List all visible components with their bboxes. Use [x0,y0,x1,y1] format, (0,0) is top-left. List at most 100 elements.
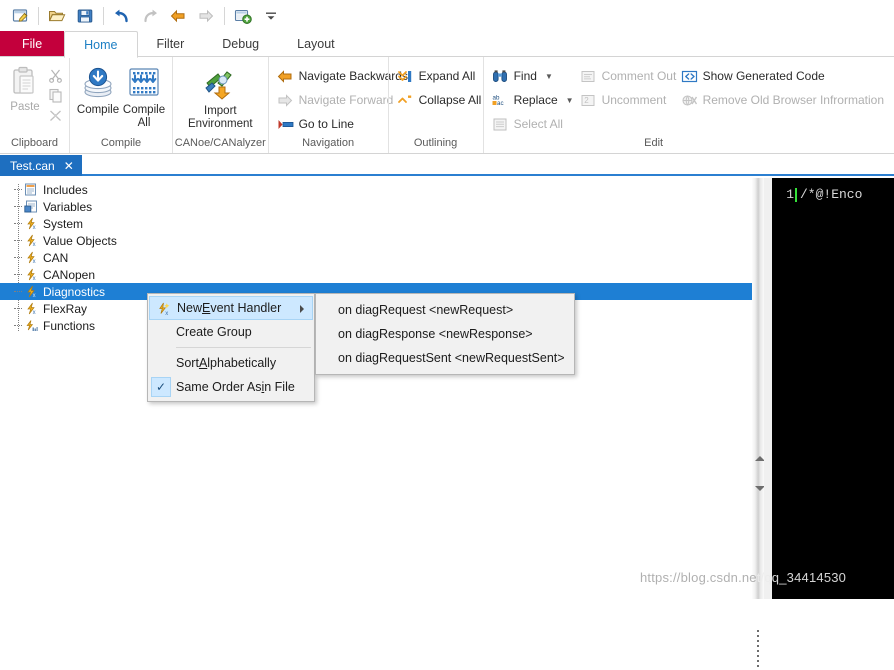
tree-branch-line [14,206,22,207]
ribbon-tab-layout[interactable]: Layout [278,31,354,57]
workspace: Includes Variables x System x Value Obje… [0,178,894,667]
ribbon-tab-debug[interactable]: Debug [203,31,278,57]
compile-all-button[interactable]: Compile All [121,62,167,130]
goto-line-icon [277,116,294,133]
code-editor-surface[interactable]: 1 /*@!Enco [772,178,894,599]
submenu-item-on-diag-request[interactable]: on diagRequest <newRequest> [316,298,574,322]
new-file-icon[interactable] [6,3,34,29]
tree-branch-line [14,291,22,292]
group-label-compile: Compile [100,137,142,149]
tree-item-includes[interactable]: Includes [0,181,752,198]
tree-item-label: CAN [43,250,69,265]
chevron-down-icon[interactable]: ▼ [545,72,553,81]
function-icon: x [23,234,39,248]
format-painter-button[interactable] [47,107,64,124]
collapse-all-label: Collapse All [418,93,482,107]
tree-branch-line [14,223,22,224]
menu-item-same-order-as-in-file[interactable]: ✓ Same Order As in File [148,375,314,399]
ribbon-group-clipboard: Paste Clipboard [0,57,69,153]
svg-text:x: x [33,259,36,264]
submenu-item-on-diag-response[interactable]: on diagResponse <newResponse> [316,322,574,346]
comment-out-label: Comment Out [601,69,677,83]
document-tab-test-can[interactable]: Test.can ✕ [0,155,82,176]
code-text: /*@!Enco [800,187,863,202]
document-tab-bar: Test.can ✕ [0,154,894,176]
document-tab-label: Test.can [10,158,55,173]
compile-label: Compile [76,104,120,116]
tree-item-value-objects[interactable]: x Value Objects [0,232,752,249]
add-window-icon[interactable] [229,3,257,29]
compile-all-icon [126,66,162,100]
edit-column-generated: Show Generated Code Remove Old Browser I… [678,63,889,111]
tree-item-variables[interactable]: Variables [0,198,752,215]
replace-button[interactable]: ab ac Replace ▼ [489,89,577,111]
remove-old-browser-information-button[interactable]: Remove Old Browser Infrormation [678,89,889,111]
tree-item-system[interactable]: x System [0,215,752,232]
context-submenu-new-event-handler[interactable]: on diagRequest <newRequest> on diagRespo… [315,293,575,375]
tree-branch-line [14,274,22,275]
close-icon[interactable]: ✕ [64,160,74,172]
customize-toolbar-icon[interactable] [257,3,285,29]
pane-splitter[interactable] [752,178,765,667]
compile-button[interactable]: Compile [75,62,121,117]
menu-item-sort-alphabetically[interactable]: Sort Alphabetically [148,351,314,375]
compile-all-label-line1: Compile [122,104,166,116]
remove-old-browser-information-label: Remove Old Browser Infrormation [702,93,884,107]
document-tab-underline [0,174,894,176]
tree-item-label: Variables [43,199,93,214]
toolbar-separator-3 [224,6,225,25]
import-environment-label-line2: Environment [188,118,253,130]
context-menu[interactable]: x New Event Handler Create Group Sort Al… [147,293,315,402]
ribbon-tab-file[interactable]: File [0,31,65,57]
code-editor-pane[interactable]: 1 /*@!Enco [764,178,894,599]
function-icon: x [23,217,39,231]
menu-item-label: Create Group [176,325,252,339]
group-label-edit: Edit [644,137,664,149]
uncomment-icon: 2 [580,92,597,109]
ribbon-group-compile: Compile Compile All Compile [69,57,172,153]
menu-item-create-group[interactable]: Create Group [148,320,314,344]
menu-separator [176,347,311,348]
show-generated-code-button[interactable]: Show Generated Code [678,65,889,87]
group-label-clipboard: Clipboard [10,137,59,149]
tree-item-label: System [43,216,84,231]
tree-item-can[interactable]: x CAN [0,249,752,266]
save-icon[interactable] [71,3,99,29]
expand-all-button[interactable]: Expand All [394,65,487,87]
cut-button[interactable] [47,67,64,84]
tree-item-label: Value Objects [43,233,117,248]
ribbon-tab-home[interactable]: Home [64,31,138,58]
toolbar-separator-1 [38,6,39,25]
compile-icon [80,66,116,100]
import-environment-icon [201,69,239,101]
show-generated-code-icon [681,68,698,85]
import-environment-button[interactable]: Import Environment [178,65,262,131]
show-generated-code-label: Show Generated Code [702,69,825,83]
edit-column-find: Find ▼ ab ac Replace ▼ Select All [489,63,577,135]
arrow-left-icon [277,68,294,85]
paste-label: Paste [10,101,40,113]
select-all-button[interactable]: Select All [489,113,577,135]
compile-all-label-line2: All [137,117,151,129]
find-button[interactable]: Find ▼ [489,65,577,87]
copy-button[interactable] [47,87,64,104]
ribbon-tab-filter[interactable]: Filter [138,31,204,57]
chevron-down-icon[interactable]: ▼ [566,96,574,105]
uncomment-button[interactable]: 2 Uncomment [577,89,678,111]
menu-item-label-part2: n File [264,380,295,394]
outlining-buttons: Expand All Collapse All [394,63,487,111]
undo-icon[interactable] [108,3,136,29]
menu-item-new-event-handler[interactable]: x New Event Handler [149,296,313,320]
svg-text:ac: ac [497,100,504,107]
collapse-all-button[interactable]: Collapse All [394,89,487,111]
paste-button[interactable]: Paste [5,61,45,114]
comment-out-button[interactable]: Comment Out [577,65,678,87]
splitter-grip[interactable] [757,630,759,670]
submenu-item-on-diag-request-sent[interactable]: on diagRequestSent <newRequestSent> [316,346,574,370]
variables-icon [23,200,39,214]
open-folder-icon[interactable] [43,3,71,29]
symbol-tree-panel[interactable]: Includes Variables x System x Value Obje… [0,178,752,599]
navigate-back-icon[interactable] [164,3,192,29]
expand-all-icon [397,68,414,85]
tree-item-canopen[interactable]: x CANopen [0,266,752,283]
